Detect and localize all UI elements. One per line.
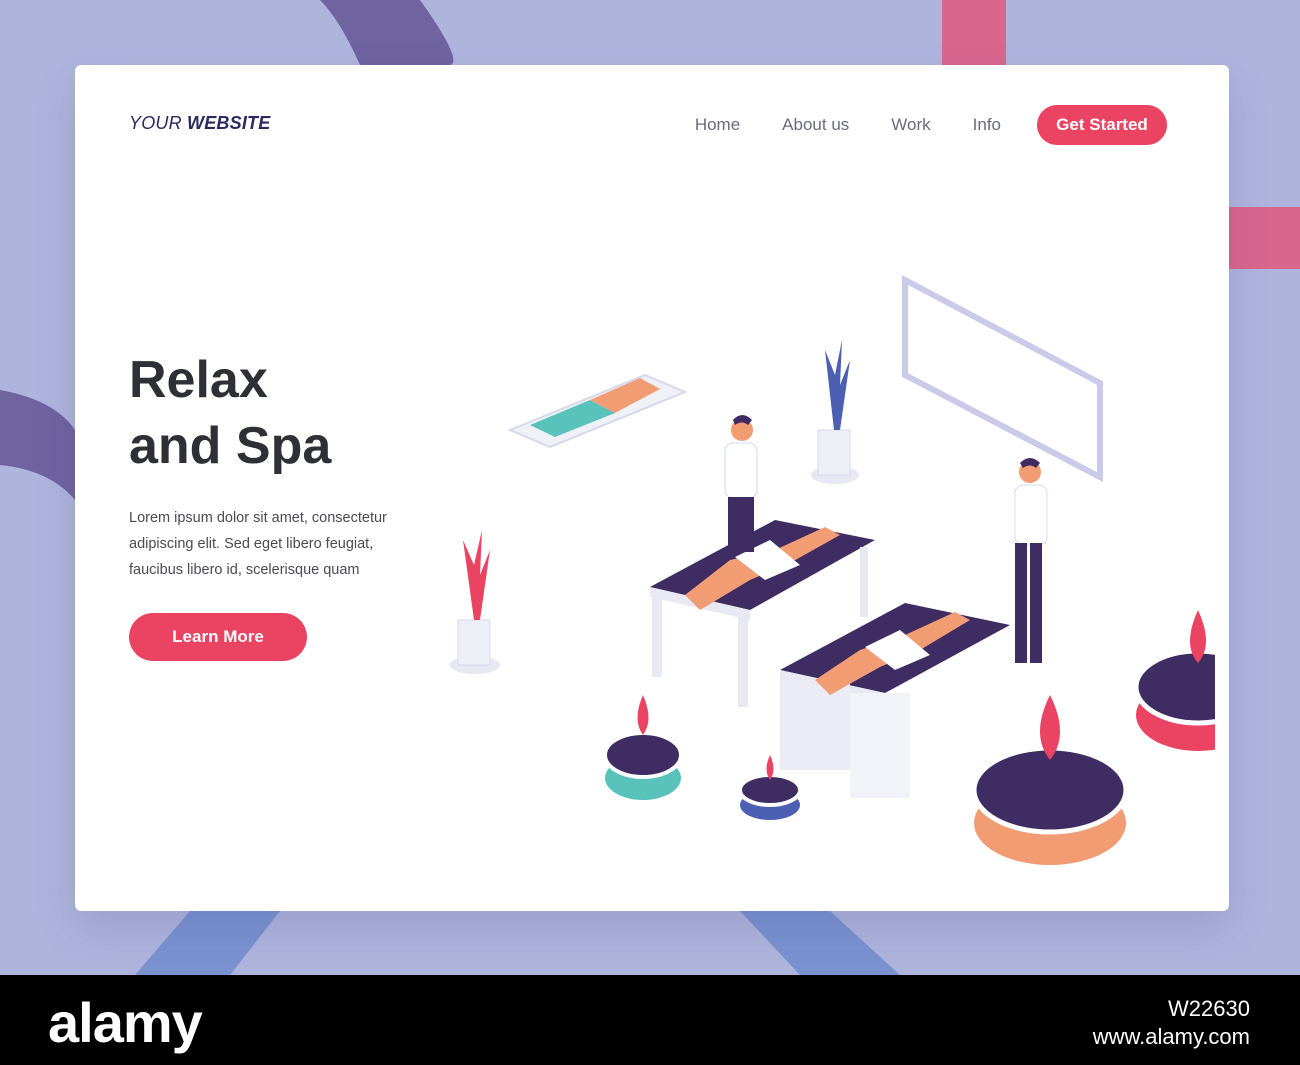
hero-title-line1: Relax (129, 351, 268, 409)
footer-image-id: W22630 (1168, 996, 1250, 1021)
hero-title-line2: and Spa (129, 417, 332, 475)
massage-table-icon (650, 520, 1010, 798)
spa-illustration (450, 275, 1215, 865)
website-logo[interactable]: YOUR WEBSITE (129, 113, 270, 134)
top-nav: Home About us Work Info Get Started (653, 105, 1167, 145)
hero-title: Relax and Spa (129, 347, 331, 479)
landing-card: YOUR WEBSITE Home About us Work Info Get… (75, 65, 1229, 911)
nav-about-us[interactable]: About us (782, 115, 849, 135)
logo-bold-text: WEBSITE (187, 113, 271, 133)
nav-info[interactable]: Info (973, 115, 1001, 135)
logo-text: YOUR (129, 113, 188, 133)
hero-description: Lorem ipsum dolor sit amet, consectetur … (129, 510, 387, 578)
get-started-button[interactable]: Get Started (1037, 105, 1167, 145)
footer-brand: alamy (48, 991, 203, 1054)
mirror-icon (902, 275, 1103, 482)
nav-home[interactable]: Home (695, 115, 740, 135)
footer-site: www.alamy.com (1092, 1024, 1250, 1049)
learn-more-button[interactable]: Learn More (129, 613, 307, 661)
towel-shelf-icon (507, 373, 688, 449)
nav-work[interactable]: Work (891, 115, 930, 135)
